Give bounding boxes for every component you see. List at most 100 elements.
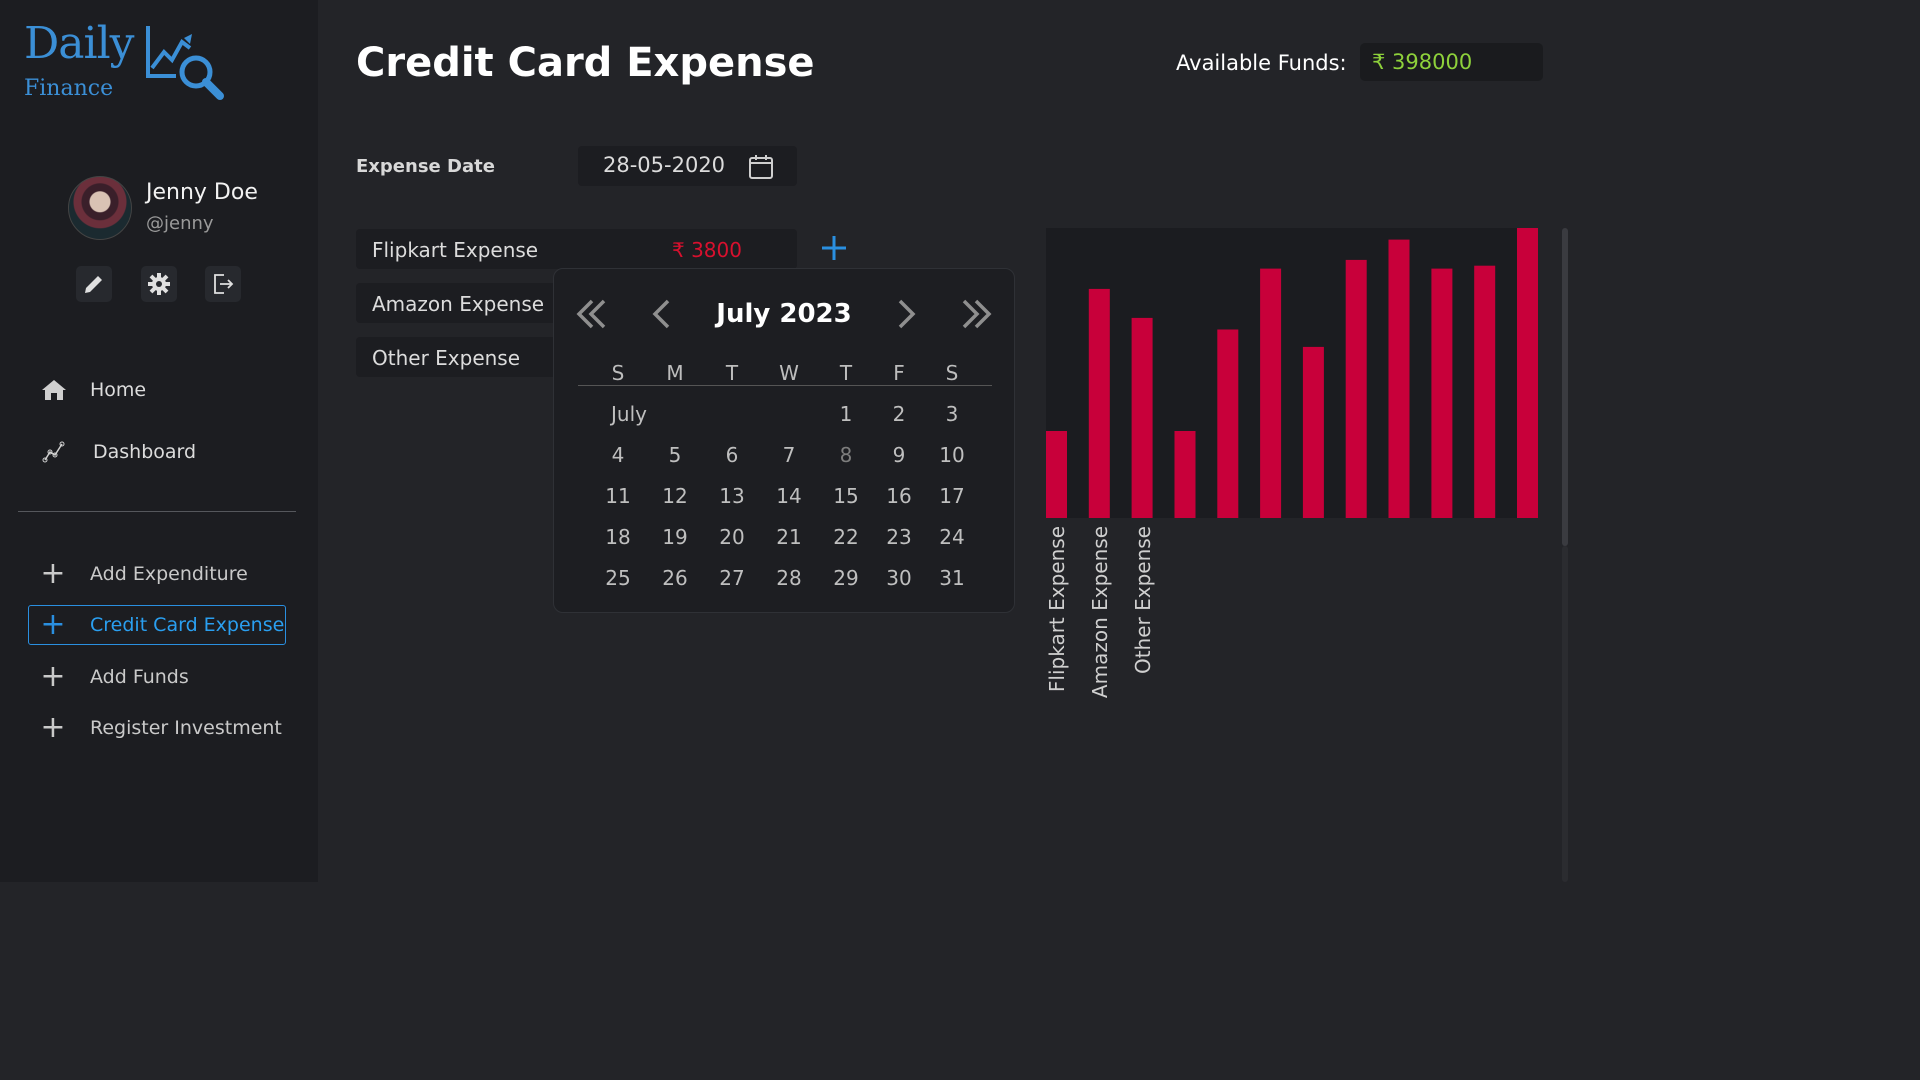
flipkart-expense-field[interactable]: Flipkart Expense ₹ 3800	[356, 229, 797, 269]
calendar-day[interactable]: 26	[655, 566, 695, 590]
weekday-header: W	[779, 361, 799, 385]
chart-x-tick-label: Flipkart Expense	[1045, 526, 1069, 693]
calendar-day[interactable]: 15	[826, 484, 866, 508]
calendar-day[interactable]: 7	[769, 443, 809, 467]
add-expense-plus-icon[interactable]	[819, 233, 849, 263]
calendar-month-label: July	[611, 402, 647, 426]
expense-date-value: 28-05-2020	[603, 153, 726, 177]
calendar-day[interactable]: 27	[712, 566, 752, 590]
plus-icon: +	[40, 710, 66, 745]
expense-date-field[interactable]: 28-05-2020	[578, 146, 797, 186]
weekday-header: F	[893, 361, 905, 385]
calendar-day[interactable]: 2	[879, 402, 919, 426]
calendar-day[interactable]: 17	[932, 484, 972, 508]
calendar-day[interactable]: 31	[932, 566, 972, 590]
chart-bar[interactable]	[1260, 268, 1282, 518]
calendar-day[interactable]: 24	[932, 525, 972, 549]
chart-bar[interactable]	[1345, 259, 1367, 518]
calendar-day[interactable]: 23	[879, 525, 919, 549]
expense-date-label: Expense Date	[356, 156, 495, 177]
calendar-day[interactable]: 11	[598, 484, 638, 508]
available-funds-label: Available Funds:	[1176, 51, 1347, 75]
plus-icon: +	[40, 607, 66, 642]
calendar-header-divider	[578, 385, 992, 386]
calendar-day[interactable]: 30	[879, 566, 919, 590]
available-funds-value: ₹ 398000	[1360, 43, 1543, 81]
calendar-day[interactable]: 5	[655, 443, 695, 467]
user-handle: @jenny	[146, 213, 214, 234]
settings-icon	[148, 273, 170, 295]
calendar-day[interactable]: 1	[826, 402, 866, 426]
calendar-day[interactable]: 25	[598, 566, 638, 590]
calendar-day[interactable]: 22	[826, 525, 866, 549]
action-credit-card-expense-content[interactable]: + Credit Card Expense	[40, 607, 285, 642]
weekday-header: S	[611, 361, 625, 385]
calendar-day[interactable]: 16	[879, 484, 919, 508]
date-picker-popup: July 2023 SMTWTFS July 1 2 3 4 5 6 7 8 9 10 11 12 13…	[553, 268, 1015, 613]
calendar-day[interactable]: 13	[712, 484, 752, 508]
chart-bar[interactable]	[1474, 265, 1496, 518]
scrollbar-track[interactable]	[1562, 546, 1568, 882]
avatar[interactable]	[68, 176, 132, 240]
calendar-day[interactable]: 28	[769, 566, 809, 590]
expense-label: Flipkart Expense	[372, 238, 539, 262]
next-year-icon[interactable]	[960, 297, 994, 331]
calendar-day[interactable]: 10	[932, 443, 972, 467]
calendar-day[interactable]: 20	[712, 525, 752, 549]
finance-magnifier-icon	[146, 26, 224, 100]
sidebar: Daily Finance Jenny Doe @jenny Home Dash…	[0, 0, 318, 882]
action-register-investment[interactable]: + Register Investment	[40, 710, 282, 745]
calendar-day[interactable]: 18	[598, 525, 638, 549]
calendar-day[interactable]: 6	[712, 443, 752, 467]
calendar-day[interactable]: 14	[769, 484, 809, 508]
calendar-day[interactable]: 29	[826, 566, 866, 590]
plus-icon: +	[40, 659, 66, 694]
logout-button[interactable]	[205, 266, 241, 302]
calendar-day[interactable]: 8	[826, 443, 866, 467]
chart-line-icon	[40, 438, 68, 466]
expense-value: ₹ 3800	[672, 238, 742, 262]
chart-bar[interactable]	[1088, 288, 1110, 518]
plus-icon: +	[40, 556, 66, 591]
user-name: Jenny Doe	[146, 180, 258, 205]
action-label: Credit Card Expense	[90, 614, 285, 636]
nav-item-label: Home	[90, 379, 147, 401]
expense-bar-chart	[1046, 228, 1538, 518]
chart-bar[interactable]	[1174, 431, 1196, 518]
calendar-month-year[interactable]: July 2023	[554, 299, 1014, 329]
calendar-day[interactable]: 3	[932, 402, 972, 426]
action-label: Add Expenditure	[90, 563, 248, 585]
calendar-day[interactable]: 19	[655, 525, 695, 549]
action-add-funds[interactable]: + Add Funds	[40, 659, 189, 694]
calendar-day[interactable]: 4	[598, 443, 638, 467]
page-title: Credit Card Expense	[356, 40, 815, 86]
home-icon	[40, 376, 68, 404]
action-label: Register Investment	[90, 717, 282, 739]
sidebar-divider	[18, 511, 296, 512]
action-label: Add Funds	[90, 666, 189, 688]
weekday-header: T	[839, 361, 853, 385]
calendar-day[interactable]: 12	[655, 484, 695, 508]
chart-bar[interactable]	[1517, 228, 1538, 518]
action-add-expenditure[interactable]: + Add Expenditure	[40, 556, 248, 591]
nav-item-dashboard[interactable]: Dashboard	[40, 438, 196, 466]
chart-bar[interactable]	[1131, 317, 1153, 518]
expense-label: Other Expense	[372, 346, 521, 370]
logo-text-finance: Finance	[24, 76, 114, 101]
edit-profile-button[interactable]	[76, 266, 112, 302]
chart-bar[interactable]	[1217, 329, 1239, 519]
chart-bar[interactable]	[1388, 239, 1410, 518]
edit-icon	[85, 276, 102, 293]
calendar-day[interactable]: 9	[879, 443, 919, 467]
calendar-icon[interactable]	[748, 154, 774, 180]
chart-bar[interactable]	[1302, 346, 1324, 518]
weekday-header: S	[945, 361, 959, 385]
chart-x-tick-label: Other Expense	[1130, 526, 1155, 675]
next-month-icon[interactable]	[894, 297, 918, 331]
calendar-day[interactable]: 21	[769, 525, 809, 549]
chart-bar[interactable]	[1431, 268, 1453, 518]
nav-item-home[interactable]: Home	[40, 376, 146, 404]
scrollbar-thumb[interactable]	[1562, 228, 1568, 546]
settings-button[interactable]	[141, 266, 177, 302]
chart-bar[interactable]	[1046, 431, 1067, 518]
